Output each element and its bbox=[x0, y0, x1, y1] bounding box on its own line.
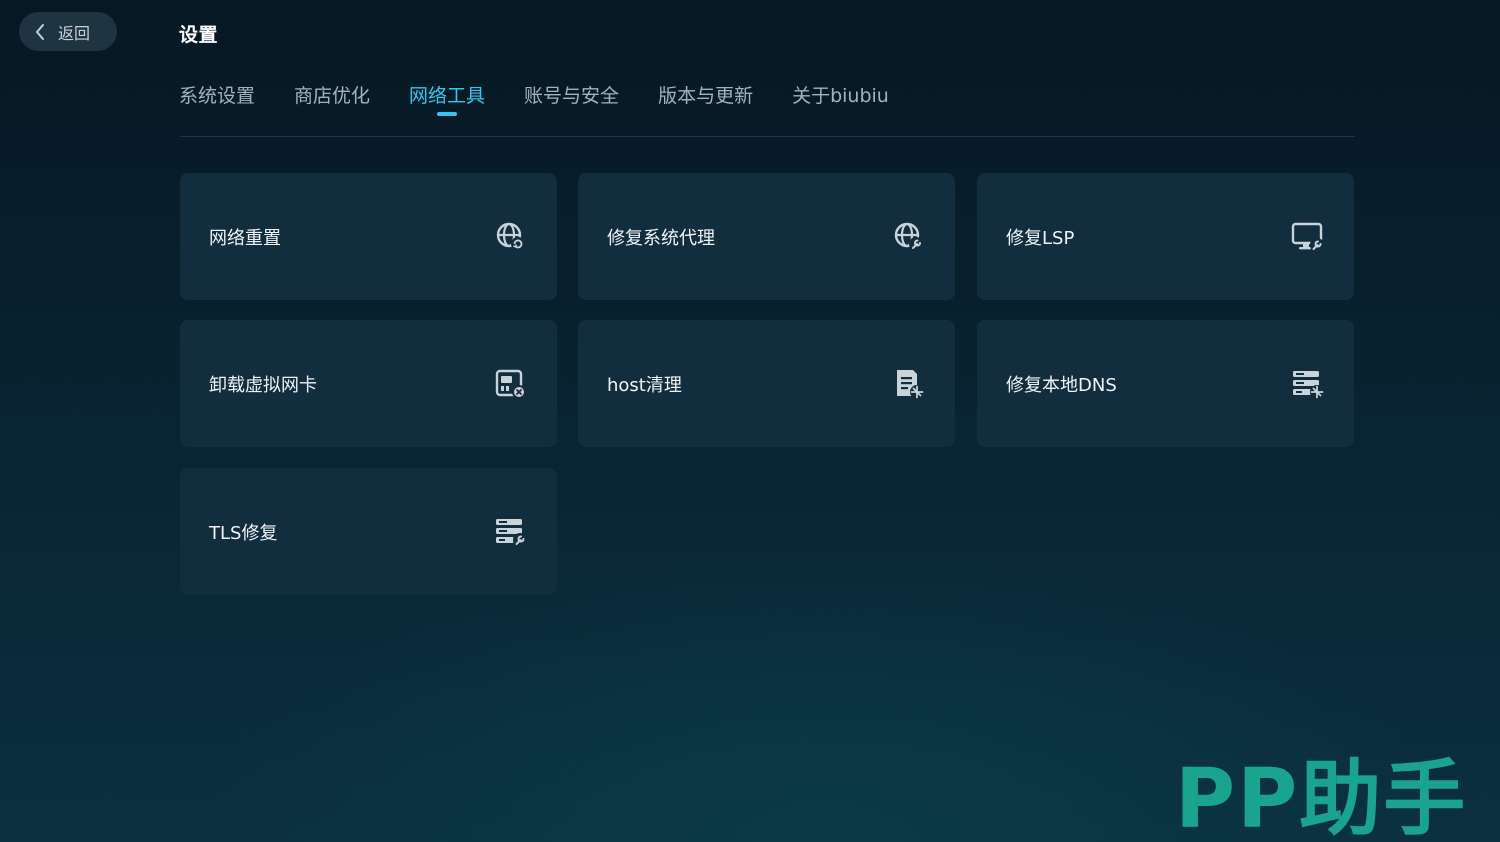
watermark-logo: PP助手 bbox=[1175, 752, 1468, 842]
globe-wrench-icon bbox=[892, 220, 926, 254]
tab-store-optimization[interactable]: 商店优化 bbox=[294, 82, 370, 110]
host-clean-card[interactable]: host清理 bbox=[578, 320, 955, 447]
network-reset-card[interactable]: 网络重置 bbox=[180, 173, 557, 300]
card-label: 网络重置 bbox=[209, 227, 281, 249]
server-wrench-icon bbox=[494, 515, 528, 549]
fix-system-proxy-card[interactable]: 修复系统代理 bbox=[578, 173, 955, 300]
tab-about[interactable]: 关于biubiu bbox=[792, 82, 889, 110]
card-label: 修复LSP bbox=[1006, 227, 1075, 249]
fix-local-dns-card[interactable]: 修复本地DNS bbox=[977, 320, 1354, 447]
monitor-wrench-icon bbox=[1291, 220, 1325, 254]
globe-refresh-icon bbox=[494, 220, 528, 254]
document-clean-icon bbox=[892, 367, 926, 401]
card-label: 修复系统代理 bbox=[607, 227, 715, 249]
network-card-remove-icon bbox=[494, 367, 528, 401]
tabs-divider bbox=[180, 136, 1355, 137]
tab-account-security[interactable]: 账号与安全 bbox=[524, 82, 619, 110]
tab-system-settings[interactable]: 系统设置 bbox=[179, 82, 255, 110]
card-label: TLS修复 bbox=[209, 522, 278, 544]
fix-lsp-card[interactable]: 修复LSP bbox=[977, 173, 1354, 300]
card-label: 卸载虚拟网卡 bbox=[209, 374, 317, 396]
chevron-left-icon bbox=[31, 23, 49, 41]
page-title: 设置 bbox=[179, 24, 219, 46]
back-label: 返回 bbox=[58, 23, 91, 43]
server-repair-icon bbox=[1291, 367, 1325, 401]
tab-network-tools[interactable]: 网络工具 bbox=[409, 82, 485, 116]
back-button[interactable]: 返回 bbox=[19, 12, 117, 51]
settings-tabs: 系统设置 商店优化 网络工具 账号与安全 版本与更新 关于biubiu bbox=[179, 82, 928, 116]
uninstall-virtual-nic-card[interactable]: 卸载虚拟网卡 bbox=[180, 320, 557, 447]
tls-repair-card[interactable]: TLS修复 bbox=[180, 468, 557, 595]
tab-version-update[interactable]: 版本与更新 bbox=[658, 82, 753, 110]
card-label: 修复本地DNS bbox=[1006, 374, 1117, 396]
card-label: host清理 bbox=[607, 374, 682, 396]
